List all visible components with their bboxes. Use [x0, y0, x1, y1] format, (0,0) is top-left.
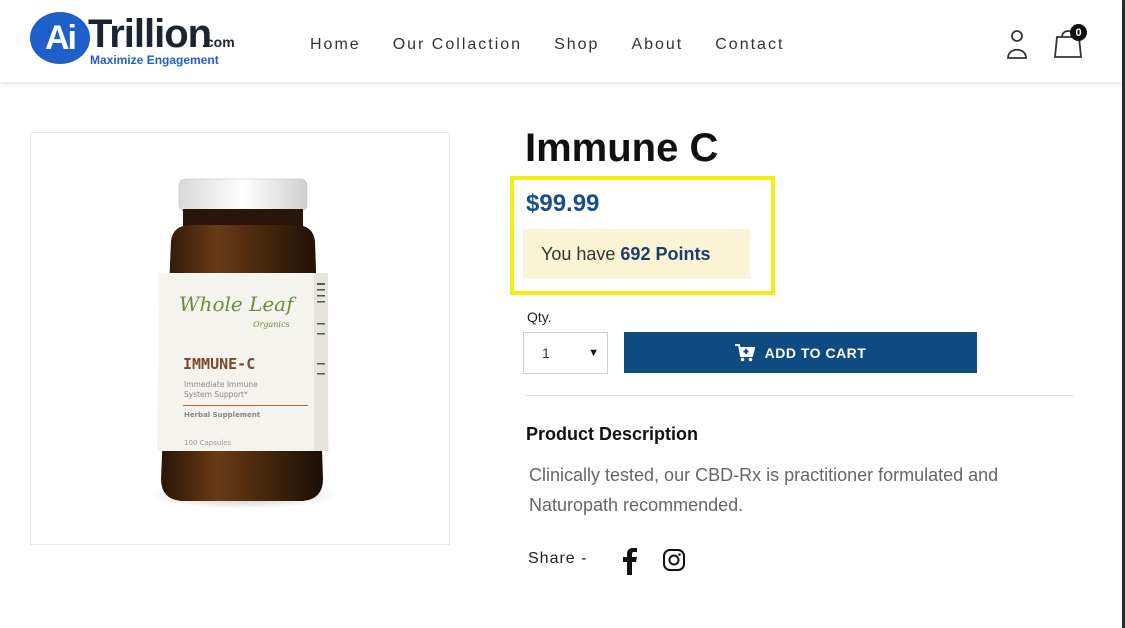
- label-brand-sub: Organics: [253, 320, 290, 329]
- share-label: Share -: [528, 550, 588, 567]
- facebook-icon[interactable]: [620, 545, 640, 575]
- add-to-cart-label: ADD TO CART: [764, 344, 867, 361]
- divider: [525, 395, 1074, 396]
- nav-home[interactable]: Home: [310, 36, 361, 54]
- label-line-1: Immediate Immune: [184, 380, 258, 389]
- product-title: Immune C: [525, 126, 719, 170]
- cart-add-icon: [734, 343, 755, 361]
- product-price: $99.99: [526, 190, 600, 217]
- nav-our-collaction[interactable]: Our Collaction: [393, 36, 522, 54]
- logo-mark: Ai: [30, 12, 90, 64]
- cart-icon[interactable]: 0: [1054, 24, 1087, 60]
- label-brand: Whole Leaf: [179, 292, 297, 316]
- quantity-value: 1: [542, 345, 550, 361]
- quantity-select[interactable]: 1 ▼: [523, 332, 608, 374]
- logo-suffix: .com: [202, 34, 235, 50]
- label-product-name: IMMUNE-C: [183, 355, 255, 373]
- description-title: Product Description: [526, 424, 699, 444]
- points-banner: You have 692 Points: [523, 229, 750, 279]
- add-to-cart-button[interactable]: ADD TO CART: [624, 332, 977, 373]
- nav-about[interactable]: About: [631, 36, 683, 54]
- logo-tagline: Maximize Engagement: [90, 53, 219, 67]
- qty-label: Qty.: [527, 309, 552, 325]
- site-header: Ai Trillion .com Maximize Engagement Hom…: [0, 0, 1122, 82]
- chevron-down-icon: ▼: [588, 347, 599, 359]
- label-line-2: System Support*: [184, 390, 248, 399]
- logo[interactable]: Ai Trillion .com Maximize Engagement: [30, 10, 250, 70]
- points-prefix: You have: [541, 243, 616, 264]
- logo-word: Trillion: [88, 12, 212, 56]
- nav-contact[interactable]: Contact: [715, 36, 784, 54]
- nav-shop[interactable]: Shop: [554, 36, 599, 54]
- points-value: 692 Points: [620, 243, 711, 264]
- product-image[interactable]: Whole Leaf Organics IMMUNE-C Immediate I…: [30, 132, 450, 545]
- user-icon[interactable]: [1006, 28, 1028, 60]
- cart-count-badge: 0: [1070, 24, 1087, 41]
- description-text: Clinically tested, our CBD-Rx is practit…: [529, 465, 999, 515]
- label-type: Herbal Supplement: [184, 411, 261, 419]
- main-nav: Home Our Collaction Shop About Contact: [310, 36, 816, 54]
- product-bottle-image: Whole Leaf Organics IMMUNE-C Immediate I…: [148, 178, 338, 509]
- label-count: 100 Capsules: [184, 439, 232, 447]
- instagram-icon[interactable]: [662, 548, 686, 572]
